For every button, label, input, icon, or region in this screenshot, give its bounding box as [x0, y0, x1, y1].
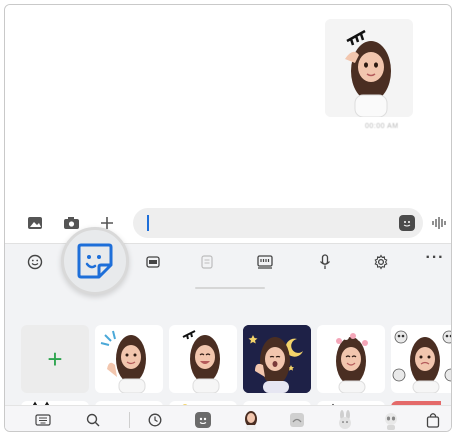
sticker-category-tabs	[19, 299, 59, 313]
sticker-item-flower-crown[interactable]	[317, 325, 385, 393]
mic-icon[interactable]	[315, 252, 335, 272]
gallery-icon[interactable]	[25, 213, 45, 233]
sticker-icon[interactable]	[399, 215, 415, 231]
voice-wave-icon[interactable]	[429, 213, 449, 233]
sticker-item-wave[interactable]	[95, 325, 163, 393]
settings-icon[interactable]	[371, 252, 391, 272]
sticker-bottom-bar	[5, 405, 451, 431]
sticker-pack-2-icon[interactable]	[287, 410, 307, 430]
panel-drag-handle[interactable]	[195, 287, 265, 289]
more-icon[interactable]: ···	[425, 248, 445, 268]
plus-icon: +	[47, 344, 63, 374]
message-input[interactable]	[133, 208, 423, 238]
emoji-icon[interactable]	[25, 252, 45, 272]
ar-emoji-icon[interactable]	[241, 410, 261, 430]
text-caret	[147, 215, 149, 231]
divider	[129, 412, 130, 428]
add-sticker-button[interactable]: +	[21, 325, 89, 393]
ar-emoji-salute-sticker-icon	[325, 19, 413, 117]
panda-icon[interactable]	[381, 410, 401, 430]
sent-sticker-message[interactable]	[325, 19, 413, 117]
sticker-item-skulls[interactable]	[391, 325, 451, 393]
messaging-screen: 00:00 AM ··· +	[4, 4, 452, 432]
sticker-button-highlight[interactable]	[61, 227, 129, 295]
gif-icon[interactable]	[143, 252, 163, 272]
keyboard-icon[interactable]	[33, 410, 53, 430]
clipboard-icon[interactable]	[197, 252, 217, 272]
message-timestamp: 00:00 AM	[365, 123, 399, 130]
store-icon[interactable]	[423, 410, 443, 430]
bunny-icon[interactable]	[335, 410, 355, 430]
sticker-item-laughing[interactable]	[169, 325, 237, 393]
keyboard-mode-icon[interactable]	[255, 252, 275, 272]
sticker-item-night-yawn[interactable]	[243, 325, 311, 393]
recent-icon[interactable]	[145, 410, 165, 430]
sticker-icon	[77, 243, 113, 279]
chat-area: 00:00 AM	[5, 5, 451, 203]
search-icon[interactable]	[83, 410, 103, 430]
sticker-pack-icon[interactable]	[193, 410, 213, 430]
